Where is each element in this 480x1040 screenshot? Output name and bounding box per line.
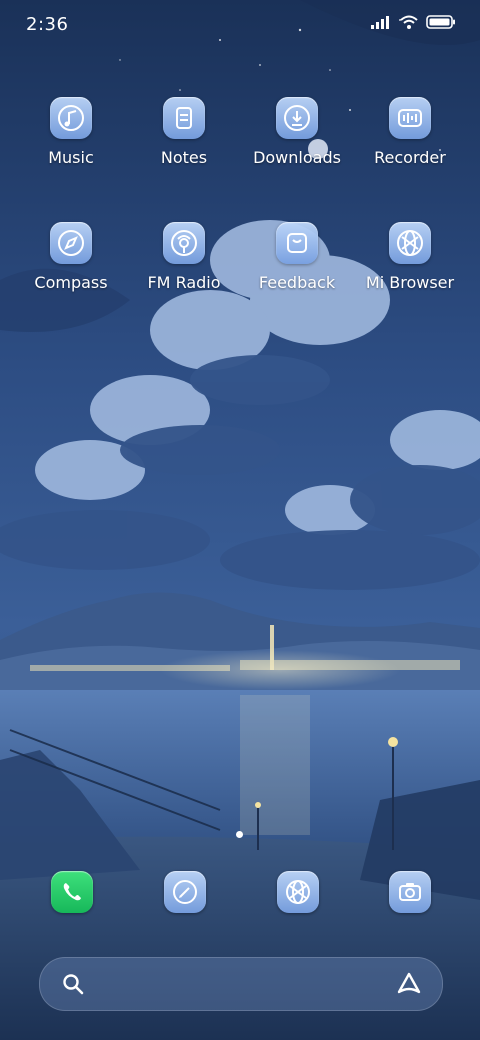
app-mi-browser[interactable]: Mi Browser bbox=[355, 222, 465, 292]
dock-messages[interactable] bbox=[164, 871, 206, 913]
clock: 2:36 bbox=[26, 14, 69, 35]
fm-radio-icon bbox=[163, 222, 205, 264]
dock-browser[interactable] bbox=[277, 871, 319, 913]
app-label: Music bbox=[48, 148, 94, 167]
notes-icon bbox=[163, 97, 205, 139]
app-label: Downloads bbox=[253, 148, 341, 167]
app-recorder[interactable]: Recorder bbox=[355, 97, 465, 167]
app-feedback[interactable]: Feedback bbox=[242, 222, 352, 292]
music-icon bbox=[50, 97, 92, 139]
recorder-icon bbox=[389, 97, 431, 139]
camera-icon bbox=[399, 883, 421, 901]
feedback-icon bbox=[276, 222, 318, 264]
dock-camera[interactable] bbox=[389, 871, 431, 913]
browser-icon bbox=[389, 222, 431, 264]
search-icon[interactable] bbox=[61, 972, 85, 996]
app-label: Recorder bbox=[374, 148, 446, 167]
app-notes[interactable]: Notes bbox=[129, 97, 239, 167]
phone-icon bbox=[63, 883, 81, 901]
downloads-icon bbox=[276, 97, 318, 139]
app-downloads[interactable]: Downloads bbox=[242, 97, 352, 167]
page-dot-active bbox=[236, 831, 243, 838]
status-bar: 2:36 bbox=[0, 0, 480, 50]
page-indicator bbox=[236, 831, 243, 838]
app-label: Notes bbox=[160, 148, 208, 167]
app-label: Compass bbox=[34, 273, 108, 292]
dock-phone[interactable] bbox=[51, 871, 93, 913]
app-music[interactable]: Music bbox=[16, 97, 126, 167]
app-label: Mi Browser bbox=[365, 273, 455, 292]
search-bar[interactable] bbox=[39, 957, 443, 1011]
battery-icon bbox=[426, 15, 455, 29]
browser-icon bbox=[286, 880, 310, 904]
app-compass[interactable]: Compass bbox=[16, 222, 126, 292]
status-icons bbox=[370, 14, 456, 30]
app-label: Feedback bbox=[258, 273, 336, 292]
compass-icon bbox=[50, 222, 92, 264]
app-label: FM Radio bbox=[147, 273, 221, 292]
wifi-icon bbox=[400, 15, 418, 29]
signal-icon bbox=[371, 16, 389, 29]
app-fm-radio[interactable]: FM Radio bbox=[129, 222, 239, 292]
assistant-icon[interactable] bbox=[395, 970, 423, 998]
messages-icon bbox=[173, 880, 197, 904]
